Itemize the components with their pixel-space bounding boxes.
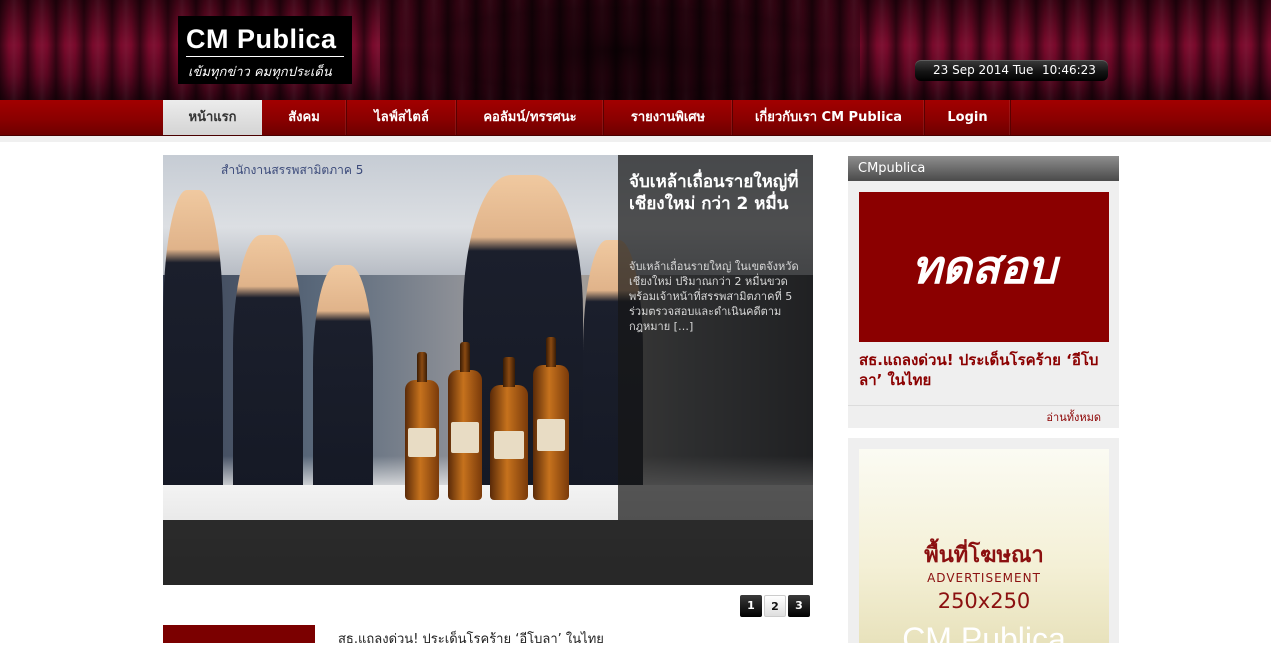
sidebar-box-header: CMpublica	[848, 156, 1119, 181]
slide-title[interactable]: จับเหล้าเถื่อนรายใหญ่ที่เชียงใหม่ กว่า 2…	[629, 171, 805, 215]
slide-footer-bar	[163, 520, 813, 585]
slider-page-2[interactable]: 2	[764, 595, 786, 617]
ad-subheading: ADVERTISEMENT	[927, 571, 1041, 585]
logo-divider	[186, 56, 344, 57]
slider-page-1[interactable]: 1	[740, 595, 762, 617]
photo-bottle	[405, 352, 439, 500]
photo-banner-text: สำนักงานสรรพสามิตภาค 5	[221, 163, 364, 177]
slide-photo: สำนักงานสรรพสามิตภาค 5 จับเหล้าเถื่อนราย…	[163, 155, 813, 585]
photo-person	[233, 235, 303, 520]
photo-bottle	[490, 357, 528, 500]
sidebar-divider	[848, 405, 1119, 406]
clock-date: 23 Sep 2014 Tue	[933, 63, 1034, 77]
advertisement-banner[interactable]: พื้นที่โฆษณา ADVERTISEMENT 250x250 CM Pu…	[859, 449, 1109, 657]
logo-tagline: เข้มทุกข่าว คมทุกประเด็น	[188, 65, 332, 80]
header-clock: 23 Sep 2014 Tue 10:46:23	[915, 60, 1108, 81]
news-thumbnail[interactable]	[163, 625, 315, 643]
nav-item-lifestyle[interactable]: ไลฟ์สไตล์	[347, 100, 457, 135]
sidebar-headline-link[interactable]: สธ.แถลงด่วน! ประเด็นโรคร้าย ‘อีโบลา’ ในไ…	[859, 350, 1109, 390]
nav-subbar	[0, 136, 1271, 142]
nav-item-column[interactable]: คอลัมน์/ทรรศนะ	[457, 100, 604, 135]
photo-bottle	[448, 342, 482, 500]
news-item-title[interactable]: สธ.แถลงด่วน! ประเด็นโรคร้าย ‘อีโบลา’ ในไ…	[338, 628, 604, 649]
sidebar-image-text: ทดสอบ	[911, 240, 1057, 294]
sidebar-ad-box: พื้นที่โฆษณา ADVERTISEMENT 250x250 CM Pu…	[848, 438, 1119, 657]
photo-bottle	[533, 337, 569, 500]
ad-size: 250x250	[937, 589, 1031, 613]
read-all-link[interactable]: อ่านทั้งหมด	[1046, 408, 1101, 426]
nav-item-home[interactable]: หน้าแรก	[163, 100, 262, 135]
slider-page-3[interactable]: 3	[788, 595, 810, 617]
site-header: CM Publica เข้มทุกข่าว คมทุกประเด็น 23 S…	[0, 0, 1271, 100]
nav-item-society[interactable]: สังคม	[262, 100, 347, 135]
nav-item-login[interactable]: Login	[925, 100, 1011, 135]
logo-title: CM Publica	[186, 24, 337, 54]
site-logo[interactable]: CM Publica เข้มทุกข่าว คมทุกประเด็น	[178, 16, 352, 84]
ad-brand: CM Publica	[902, 621, 1066, 657]
clock-time: 10:46:23	[1042, 63, 1096, 77]
main-nav: หน้าแรก สังคม ไลฟ์สไตล์ คอลัมน์/ทรรศนะ ร…	[0, 100, 1271, 136]
nav-item-special-report[interactable]: รายงานพิเศษ	[604, 100, 733, 135]
sidebar-cmpublica-box: CMpublica ทดสอบ สธ.แถลงด่วน! ประเด็นโรคร…	[848, 156, 1119, 428]
slide-caption[interactable]: จับเหล้าเถื่อนรายใหญ่ที่เชียงใหม่ กว่า 2…	[618, 155, 813, 520]
featured-slider[interactable]: สำนักงานสรรพสามิตภาค 5 จับเหล้าเถื่อนราย…	[163, 155, 813, 585]
header-curtain-shade	[380, 0, 860, 100]
photo-person	[163, 190, 223, 520]
sidebar-featured-image[interactable]: ทดสอบ	[859, 192, 1109, 342]
slide-excerpt: จับเหล้าเถื่อนรายใหญ่ ในเขตจังหวัดเชียงใ…	[629, 260, 799, 333]
nav-item-about[interactable]: เกี่ยวกับเรา CM Publica	[733, 100, 925, 135]
ad-heading: พื้นที่โฆษณา	[924, 543, 1044, 568]
photo-person	[313, 265, 373, 520]
